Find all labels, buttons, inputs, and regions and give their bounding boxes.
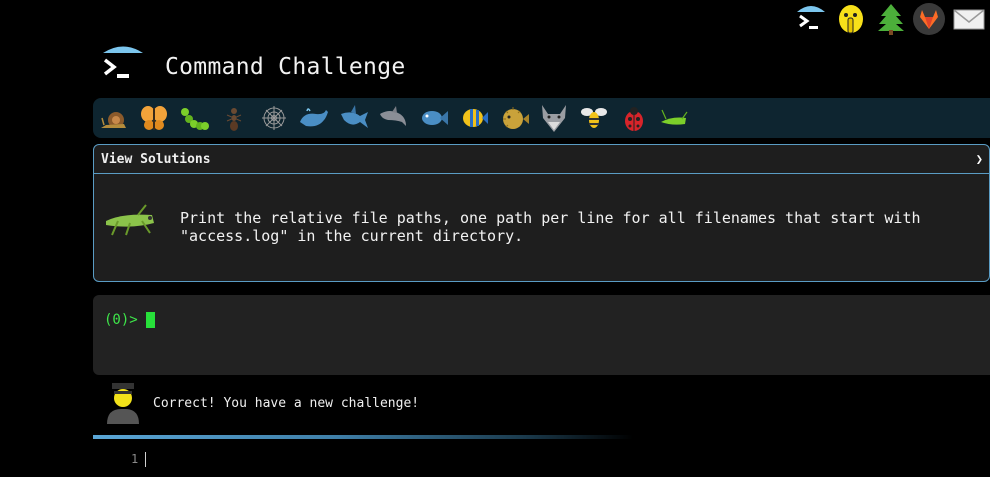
cricket-level-icon[interactable]	[658, 102, 690, 134]
shark-level-icon[interactable]	[338, 102, 370, 134]
butterfly-level-icon[interactable]	[138, 102, 170, 134]
terminal-umbrella-icon[interactable]	[794, 2, 828, 36]
page-title: Command Challenge	[165, 54, 406, 80]
feedback-message: Correct! You have a new challenge!	[153, 396, 420, 411]
shushing-face-icon[interactable]	[834, 2, 868, 36]
chevron-right-icon: ❯	[975, 152, 983, 166]
terminal-logo-icon[interactable]	[100, 43, 146, 89]
ant-level-icon[interactable]	[218, 102, 250, 134]
editor-caret[interactable]	[145, 452, 146, 467]
wolf-level-icon[interactable]	[538, 102, 570, 134]
terminal-prompt: (0)>	[104, 312, 138, 328]
terminal-input[interactable]: (0)>	[93, 295, 990, 375]
tree-icon[interactable]	[874, 2, 908, 36]
tropical-fish-level-icon[interactable]	[458, 102, 490, 134]
ladybug-level-icon[interactable]	[618, 102, 650, 134]
spider-web-level-icon[interactable]	[258, 102, 290, 134]
dolphin-level-icon[interactable]	[378, 102, 410, 134]
challenge-description: Print the relative file paths, one path …	[180, 209, 921, 245]
whale-level-icon[interactable]	[298, 102, 330, 134]
avatar-icon	[107, 383, 139, 424]
line-number: 1	[131, 452, 139, 466]
challenge-panel: View Solutions ❯ Print the relative file…	[93, 144, 990, 282]
progress-bar	[93, 435, 633, 439]
terminal-cursor	[146, 312, 155, 328]
level-bar	[93, 98, 990, 138]
bee-level-icon[interactable]	[578, 102, 610, 134]
top-icon-links	[790, 0, 990, 36]
snail-level-icon[interactable]	[98, 102, 130, 134]
caterpillar-level-icon[interactable]	[178, 102, 210, 134]
view-solutions-label: View Solutions	[101, 152, 211, 167]
mail-icon[interactable]	[952, 2, 986, 36]
view-solutions-toggle[interactable]: View Solutions ❯	[94, 145, 989, 174]
fish-level-icon[interactable]	[418, 102, 450, 134]
gitlab-icon[interactable]	[912, 2, 946, 36]
cricket-icon	[106, 204, 154, 236]
blowfish-level-icon[interactable]	[498, 102, 530, 134]
